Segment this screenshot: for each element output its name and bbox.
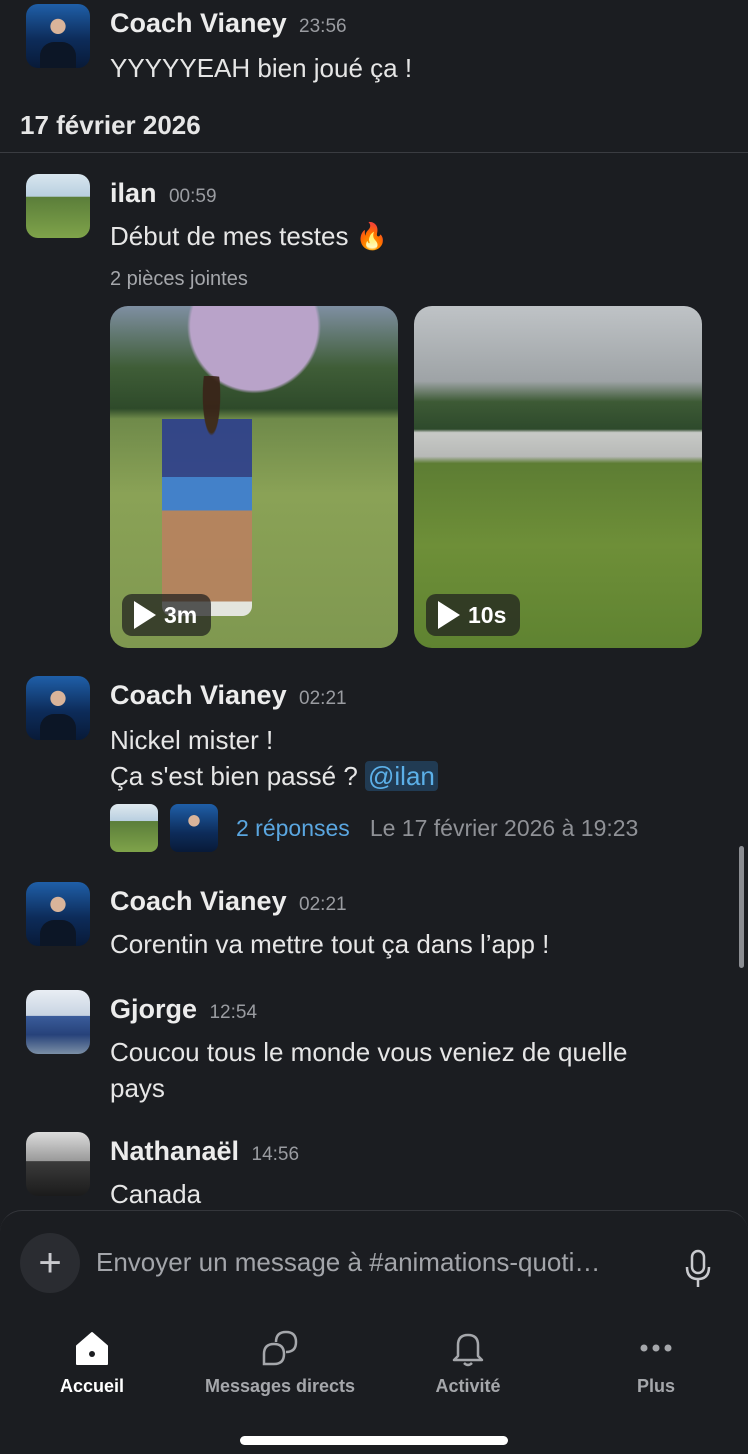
timestamp: 23:56 bbox=[299, 16, 347, 37]
avatar[interactable] bbox=[26, 4, 90, 68]
author-name[interactable]: ilan bbox=[110, 178, 157, 208]
author-name[interactable]: Nathanaël bbox=[110, 1136, 239, 1166]
bell-icon bbox=[452, 1333, 484, 1367]
user-mention[interactable]: @ilan bbox=[365, 761, 438, 791]
message[interactable]: Coach Vianey 02:21 Corentin va mettre to… bbox=[26, 882, 722, 972]
tab-label: Plus bbox=[636, 1376, 675, 1396]
video-duration-badge: 3m bbox=[122, 594, 212, 636]
message-input[interactable]: Envoyer un message à #animations-quoti… bbox=[96, 1247, 600, 1278]
video-thumbnail[interactable]: 3m bbox=[110, 306, 398, 648]
author-name[interactable]: Coach Vianey bbox=[110, 680, 287, 710]
thread-summary[interactable]: 2 réponses Le 17 février 2026 à 19:23 bbox=[110, 804, 638, 852]
video-duration-badge: 10s bbox=[426, 594, 521, 636]
message-text: YYYYYEAH bien joué ça ! bbox=[110, 53, 413, 83]
message[interactable]: Coach Vianey 23:56 YYYYYEAH bien joué ça… bbox=[26, 4, 722, 94]
message-text: Corentin va mettre tout ça dans l’app ! bbox=[110, 929, 550, 959]
video-duration: 3m bbox=[164, 601, 198, 628]
thread-avatar bbox=[110, 804, 158, 852]
message[interactable]: Gjorge 12:54 Coucou tous le monde vous v… bbox=[26, 990, 722, 1110]
play-icon bbox=[134, 601, 156, 629]
message-text: Nickel mister ! bbox=[110, 725, 274, 755]
add-attachment-button[interactable]: + bbox=[20, 1233, 80, 1293]
home-indicator[interactable] bbox=[240, 1436, 508, 1445]
tab-direct-messages[interactable]: Messages directs bbox=[190, 1318, 370, 1418]
thread-replies-link[interactable]: 2 réponses bbox=[236, 815, 350, 842]
home-icon bbox=[76, 1332, 108, 1365]
scrollbar[interactable] bbox=[739, 846, 744, 968]
avatar[interactable] bbox=[26, 1132, 90, 1196]
message-text: Coucou tous le monde vous veniez de quel… bbox=[110, 1037, 628, 1067]
timestamp: 12:54 bbox=[209, 1002, 258, 1023]
message-composer: + Envoyer un message à #animations-quoti… bbox=[0, 1210, 748, 1319]
timestamp: 14:56 bbox=[251, 1144, 300, 1165]
message-text: Ça s'est bien passé ? @ilan bbox=[110, 758, 438, 794]
message-text: pays bbox=[110, 1073, 165, 1103]
tab-activity[interactable]: Activité bbox=[378, 1318, 558, 1418]
message[interactable]: Coach Vianey 02:21 Nickel mister ! Ça s'… bbox=[26, 676, 722, 856]
author-name[interactable]: Gjorge bbox=[110, 994, 197, 1024]
date-divider: 17 février 2026 bbox=[0, 100, 748, 153]
play-icon bbox=[438, 601, 460, 629]
plus-icon: + bbox=[38, 1241, 62, 1285]
author-name[interactable]: Coach Vianey bbox=[110, 886, 287, 916]
bottom-tab-bar: Accueil Messages directs Activité Plus bbox=[0, 1318, 748, 1454]
attachments-label: 2 pièces jointes bbox=[110, 268, 248, 290]
tab-label: Accueil bbox=[59, 1376, 125, 1396]
message-text: Début de mes testes 🔥 bbox=[110, 221, 389, 251]
author-name[interactable]: Coach Vianey bbox=[110, 8, 287, 38]
thread-avatar bbox=[170, 804, 218, 852]
video-thumbnail[interactable]: 10s bbox=[414, 306, 702, 648]
message-text: Canada bbox=[110, 1179, 202, 1209]
avatar[interactable] bbox=[26, 882, 90, 946]
tab-label: Messages directs bbox=[204, 1376, 356, 1396]
date-divider-label: 17 février 2026 bbox=[20, 110, 201, 140]
message-feed[interactable]: Coach Vianey 23:56 YYYYYEAH bien joué ça… bbox=[0, 0, 748, 1210]
player-figure bbox=[162, 376, 252, 616]
microphone-icon[interactable] bbox=[684, 1249, 712, 1289]
tab-more[interactable]: Plus bbox=[566, 1318, 746, 1418]
timestamp: 02:21 bbox=[299, 688, 347, 709]
avatar[interactable] bbox=[26, 676, 90, 740]
message-text-line: Ça s'est bien passé ? bbox=[110, 761, 365, 791]
avatar[interactable] bbox=[26, 174, 90, 238]
timestamp: 02:21 bbox=[299, 894, 347, 915]
message[interactable]: Nathanaël 14:56 Canada bbox=[26, 1132, 722, 1210]
thread-last-reply-date: Le 17 février 2026 à 19:23 bbox=[369, 814, 639, 841]
tab-label: Activité bbox=[435, 1376, 501, 1396]
direct-messages-icon bbox=[262, 1330, 298, 1366]
more-icon bbox=[640, 1344, 672, 1352]
timestamp: 00:59 bbox=[168, 186, 217, 207]
video-duration: 10s bbox=[468, 601, 507, 628]
avatar[interactable] bbox=[26, 990, 90, 1054]
tab-home[interactable]: Accueil bbox=[2, 1318, 182, 1418]
